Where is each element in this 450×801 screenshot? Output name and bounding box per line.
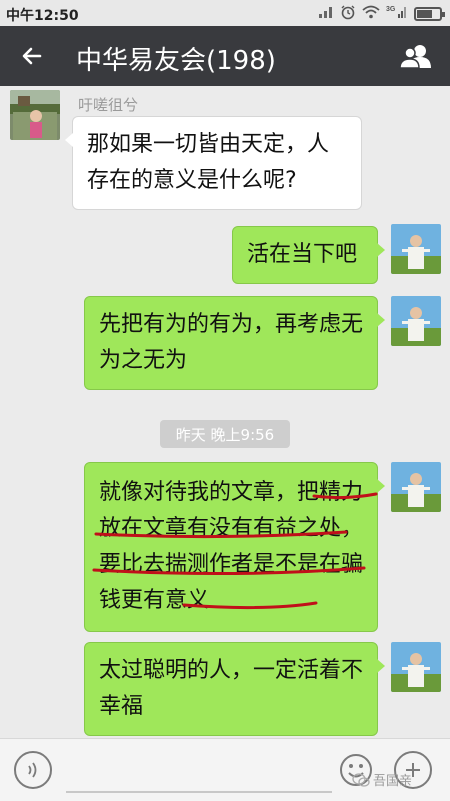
chat-area[interactable]: 吁嗟徂兮 那如果一切皆由天定，人存在的意义是什么呢? 活在当下吧 先把有为的有为… xyxy=(0,86,450,738)
message-text: 活在当下吧 xyxy=(247,242,358,267)
status-icons: 3G xyxy=(318,4,445,24)
cellular-icon: 3G xyxy=(386,5,408,23)
status-bar: 中午12:50 3G xyxy=(0,0,450,26)
watermark: 吾国亲 xyxy=(352,770,412,789)
message-bubble[interactable]: 太过聪明的人，一定活着不幸福 xyxy=(84,642,385,736)
message-bubble[interactable]: 活在当下吧 xyxy=(232,226,385,284)
svg-text:3G: 3G xyxy=(386,6,396,13)
wifi-icon xyxy=(362,5,380,23)
self-avatar[interactable] xyxy=(391,296,441,346)
back-arrow-icon xyxy=(22,47,42,65)
self-avatar[interactable] xyxy=(391,642,441,692)
battery-level xyxy=(417,10,432,18)
message-timestamp: 昨天 晚上9:56 xyxy=(160,420,290,448)
message-text: 就像对待我的文章，把精力放在文章有没有有益之处，要比去揣测作者是不是在骗钱更有意… xyxy=(99,480,364,613)
wechat-logo-icon xyxy=(352,772,370,787)
message-text: 太过聪明的人，一定活着不幸福 xyxy=(99,658,364,719)
alarm-icon xyxy=(340,4,356,24)
message-input[interactable] xyxy=(66,753,332,793)
message-bubble[interactable]: 就像对待我的文章，把精力放在文章有没有有益之处，要比去揣测作者是不是在骗钱更有意… xyxy=(84,462,385,632)
sender-name: 吁嗟徂兮 xyxy=(78,96,139,114)
voice-input-button[interactable] xyxy=(14,751,52,789)
message-bubble[interactable]: 先把有为的有为，再考虑无为之无为 xyxy=(84,296,385,390)
message-bubble[interactable]: 那如果一切皆由天定，人存在的意义是什么呢? xyxy=(65,116,362,210)
chat-title: 中华易友会(198) xyxy=(76,46,276,76)
back-button[interactable] xyxy=(12,36,52,76)
self-avatar[interactable] xyxy=(391,462,441,512)
self-avatar[interactable] xyxy=(391,224,441,274)
sender-avatar[interactable] xyxy=(10,90,60,140)
group-members-icon xyxy=(399,45,431,69)
message-text: 先把有为的有为，再考虑无为之无为 xyxy=(99,312,364,373)
battery-icon xyxy=(414,7,445,21)
voice-icon xyxy=(28,762,37,778)
group-info-button[interactable] xyxy=(396,36,436,76)
watermark-text: 吾国亲 xyxy=(373,774,413,789)
signal-icon xyxy=(318,5,334,23)
message-text: 那如果一切皆由天定，人存在的意义是什么呢? xyxy=(87,132,330,193)
chat-header: 中华易友会(198) xyxy=(0,26,450,86)
status-time: 中午12:50 xyxy=(6,8,79,24)
